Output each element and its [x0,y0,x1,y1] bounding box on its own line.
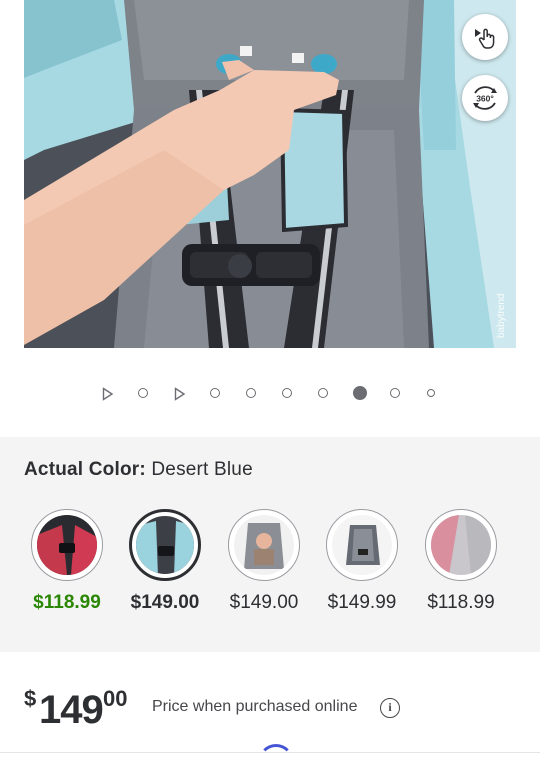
color-selector: Actual Color: Desert Blue $118.99 $149.0… [0,437,540,652]
color-value: Desert Blue [151,459,253,480]
gallery-dot[interactable] [390,388,400,398]
swatch-image [332,515,392,575]
gallery-pagination [0,386,540,404]
tap-hand-icon [475,28,495,49]
gallery-dot[interactable] [318,388,328,398]
price-cents: 00 [103,686,128,711]
swatch-price-3: $149.00 [229,592,299,613]
swatch-price-1: $118.99 [33,592,101,613]
swatch-price-2: $149.00 [130,592,200,613]
video-indicator-icon[interactable] [174,387,186,401]
info-icon[interactable]: i [380,698,400,718]
swatch-image [431,515,491,575]
color-label: Actual Color: [24,459,146,480]
price-dollars: 149 [39,688,104,732]
swatch-price-5: $118.99 [427,592,495,613]
gallery-dot[interactable] [210,388,220,398]
loading-spinner [258,744,294,780]
swatch-image [136,516,194,574]
product-image-gallery[interactable]: babytrend 360° [0,0,540,370]
color-heading: Actual Color: Desert Blue [24,459,253,481]
color-swatch-5[interactable] [425,509,497,581]
gallery-dot[interactable] [246,388,256,398]
svg-text:360°: 360° [476,94,494,104]
color-swatch-4[interactable] [326,509,398,581]
swatch-image [37,515,97,575]
swatch-price-4: $149.99 [327,592,397,613]
color-swatch-3[interactable] [228,509,300,581]
swatch-image [234,515,294,575]
spin-view-button[interactable]: 360° [462,75,508,121]
color-swatch-1[interactable] [31,509,103,581]
price-note: Price when purchased online [152,698,358,715]
product-photo[interactable]: babytrend [24,0,516,348]
price-currency: $ [24,686,37,711]
gallery-dot[interactable] [138,388,148,398]
360-view-icon: 360° [473,86,497,110]
brand-watermark: babytrend [496,294,507,338]
gallery-dot[interactable] [427,389,435,397]
video-indicator-icon[interactable] [102,387,114,401]
gallery-dot[interactable] [282,388,292,398]
tap-view-button[interactable] [462,14,508,60]
color-swatch-2[interactable] [129,509,201,581]
gallery-dot-active[interactable] [353,386,367,400]
